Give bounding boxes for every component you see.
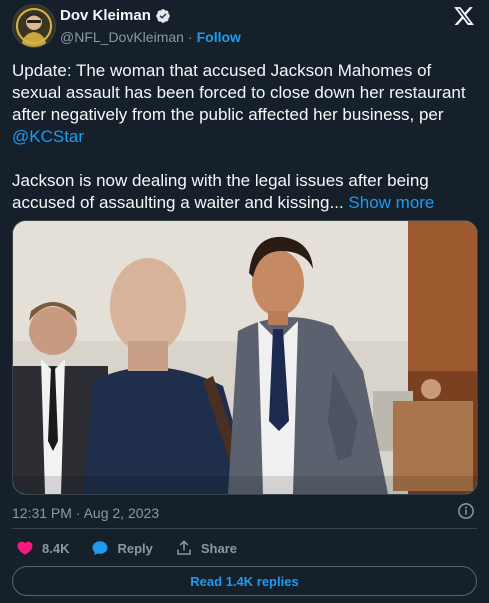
tweet-card: Dov Kleiman @NFL_DovKleiman · Follow Upd… — [0, 0, 489, 603]
like-count: 8.4K — [42, 540, 70, 556]
author-name-row: Dov Kleiman — [60, 7, 171, 24]
author-handle-row: @NFL_DovKleiman · Follow — [60, 29, 241, 45]
tweet-photo[interactable] — [12, 220, 478, 495]
like-button[interactable]: 8.4K — [16, 539, 69, 557]
share-icon — [177, 540, 191, 555]
heart-icon — [17, 541, 33, 555]
mention-link[interactable]: @KCStar — [12, 127, 84, 146]
tweet-actions: 8.4K Reply Share — [16, 539, 237, 557]
tweet-timestamp[interactable]: 12:31 PM · Aug 2, 2023 — [12, 505, 159, 521]
info-icon[interactable] — [457, 502, 475, 520]
read-replies-button[interactable]: Read 1.4K replies — [12, 566, 477, 596]
author-handle[interactable]: @NFL_DovKleiman — [60, 29, 184, 45]
share-button[interactable]: Share — [175, 539, 237, 557]
share-label: Share — [200, 540, 238, 556]
follow-button[interactable]: Follow — [197, 29, 241, 45]
author-avatar[interactable] — [12, 4, 56, 48]
reply-bubble-icon — [92, 541, 108, 556]
handle-separator: · — [187, 29, 193, 45]
verified-badge-icon — [155, 8, 171, 24]
tweet-text-part1: Update: The woman that accused Jackson M… — [12, 61, 471, 124]
reply-label: Reply — [117, 540, 153, 556]
x-logo-icon[interactable] — [453, 5, 475, 27]
show-more-link[interactable]: Show more — [348, 193, 434, 212]
divider — [12, 528, 477, 529]
author-name[interactable]: Dov Kleiman — [60, 7, 151, 24]
tweet-text: Update: The woman that accused Jackson M… — [12, 60, 478, 214]
reply-button[interactable]: Reply — [91, 539, 153, 557]
